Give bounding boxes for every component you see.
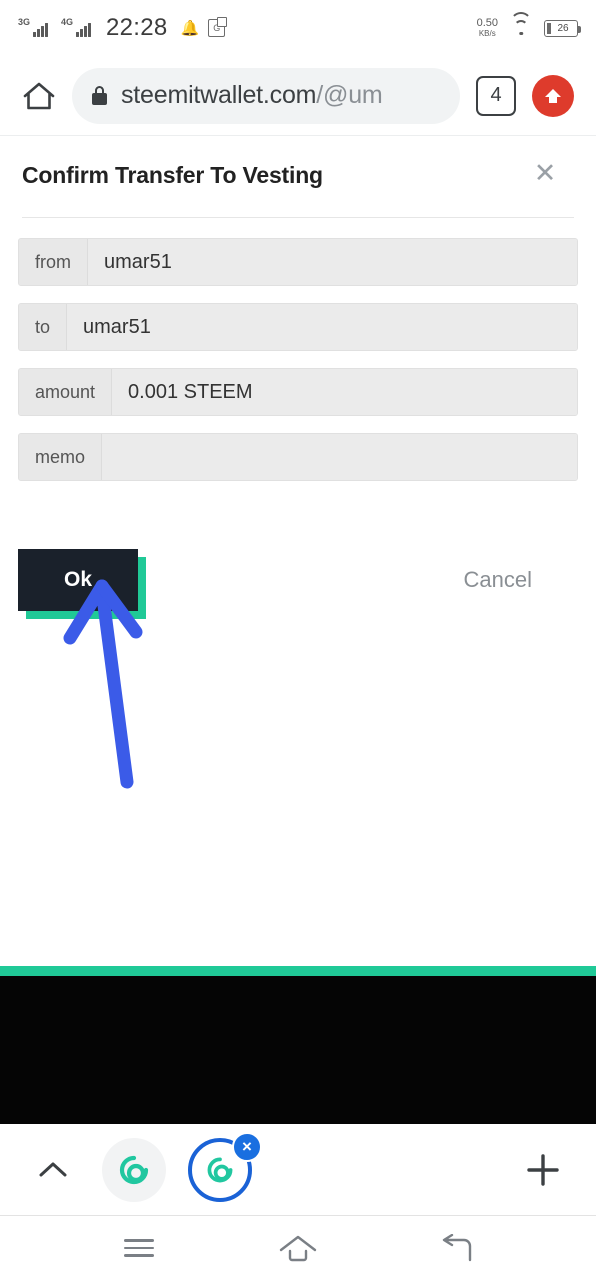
status-bar-left: 3G 4G 22:28 🔔 G bbox=[18, 14, 228, 42]
field-row-amount[interactable]: amount 0.001 STEEM bbox=[18, 368, 578, 416]
signal-4g-icon: 4G bbox=[61, 17, 95, 37]
field-value-from: umar51 bbox=[88, 239, 577, 285]
field-row-memo[interactable]: memo bbox=[18, 433, 578, 481]
status-bar-right: 0.50 KB/s 26 bbox=[476, 12, 581, 38]
cancel-button[interactable]: Cancel bbox=[464, 567, 532, 593]
network-type-1-label: 3G bbox=[18, 17, 31, 27]
signal-3g-icon: 3G bbox=[18, 17, 52, 37]
field-value-to: umar51 bbox=[67, 304, 577, 350]
url-path: /@um bbox=[316, 81, 383, 109]
field-label-from: from bbox=[19, 239, 88, 285]
browser-top-bar: steemitwallet.com/@um 4 bbox=[0, 56, 596, 136]
url-text: steemitwallet.com/@um bbox=[121, 81, 383, 110]
footer-dark-region bbox=[0, 976, 596, 1124]
battery-level-label: 26 bbox=[557, 22, 569, 34]
app-notification-icon: G bbox=[208, 17, 228, 37]
footer-accent-bar bbox=[0, 966, 596, 976]
transfer-form: from umar51 to umar51 amount 0.001 STEEM… bbox=[0, 218, 596, 481]
battery-icon: 26 bbox=[544, 19, 581, 37]
bell-icon: 🔔 bbox=[180, 20, 200, 37]
url-domain: steemitwallet.com bbox=[121, 81, 317, 109]
network-speed-unit: KB/s bbox=[478, 28, 496, 38]
browser-bottom-toolbar: × bbox=[0, 1124, 596, 1216]
status-bar: 3G 4G 22:28 🔔 G 0.50 KB/s 26 bbox=[0, 0, 596, 56]
tab-count-button[interactable]: 4 bbox=[476, 75, 516, 116]
field-value-memo bbox=[102, 434, 577, 480]
phone-screen: 3G 4G 22:28 🔔 G 0.50 KB/s 26 steemitwall… bbox=[0, 0, 596, 1280]
network-type-2-label: 4G bbox=[61, 17, 74, 27]
status-clock: 22:28 bbox=[106, 14, 168, 41]
home-icon[interactable] bbox=[22, 80, 56, 112]
field-row-to[interactable]: to umar51 bbox=[18, 303, 578, 351]
dialog-header: Confirm Transfer To Vesting ✕ bbox=[0, 136, 596, 189]
menu-icon[interactable] bbox=[109, 1226, 169, 1270]
close-tab-icon[interactable]: × bbox=[232, 1131, 262, 1162]
steem-favicon bbox=[102, 1137, 166, 1202]
address-bar[interactable]: steemitwallet.com/@um bbox=[72, 67, 460, 124]
chevron-up-icon[interactable] bbox=[30, 1147, 76, 1193]
ok-button[interactable]: Ok bbox=[18, 549, 138, 611]
android-nav-bar bbox=[0, 1216, 596, 1280]
page-title: Confirm Transfer To Vesting bbox=[22, 162, 323, 188]
dialog-actions: Ok Cancel bbox=[0, 498, 596, 628]
field-label-memo: memo bbox=[19, 434, 103, 480]
field-label-to: to bbox=[19, 304, 68, 350]
field-label-amount: amount bbox=[19, 369, 113, 415]
page-content: Confirm Transfer To Vesting ✕ from umar5… bbox=[0, 136, 596, 966]
home-icon[interactable] bbox=[268, 1226, 328, 1270]
tab-thumb-2-active[interactable]: × bbox=[188, 1131, 262, 1202]
close-icon[interactable]: ✕ bbox=[528, 156, 562, 190]
footer-ghost-text bbox=[0, 976, 596, 1054]
lock-icon bbox=[92, 86, 107, 105]
back-icon[interactable] bbox=[427, 1226, 487, 1270]
plus-icon[interactable] bbox=[520, 1147, 566, 1193]
tab-thumb-1[interactable] bbox=[102, 1137, 166, 1202]
network-speed-value: 0.50 bbox=[476, 17, 498, 30]
up-arrow-menu-icon[interactable] bbox=[532, 74, 574, 117]
field-value-amount: 0.001 STEEM bbox=[112, 369, 577, 415]
ok-button-wrap: Ok bbox=[18, 549, 146, 619]
field-row-from[interactable]: from umar51 bbox=[18, 238, 578, 286]
network-speed-indicator: 0.50 KB/s bbox=[476, 17, 498, 38]
wifi-icon bbox=[510, 12, 532, 36]
